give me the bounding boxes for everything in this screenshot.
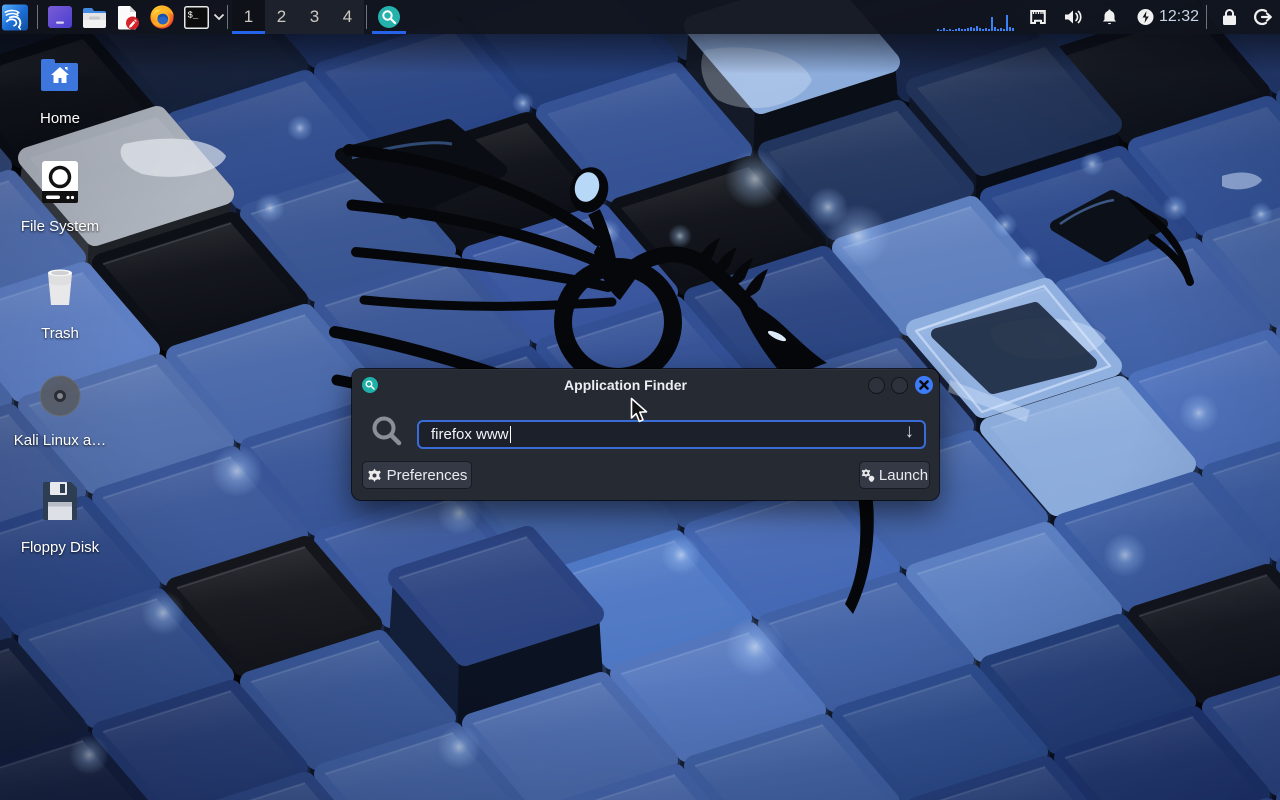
svg-text:$_: $_ <box>187 10 198 20</box>
